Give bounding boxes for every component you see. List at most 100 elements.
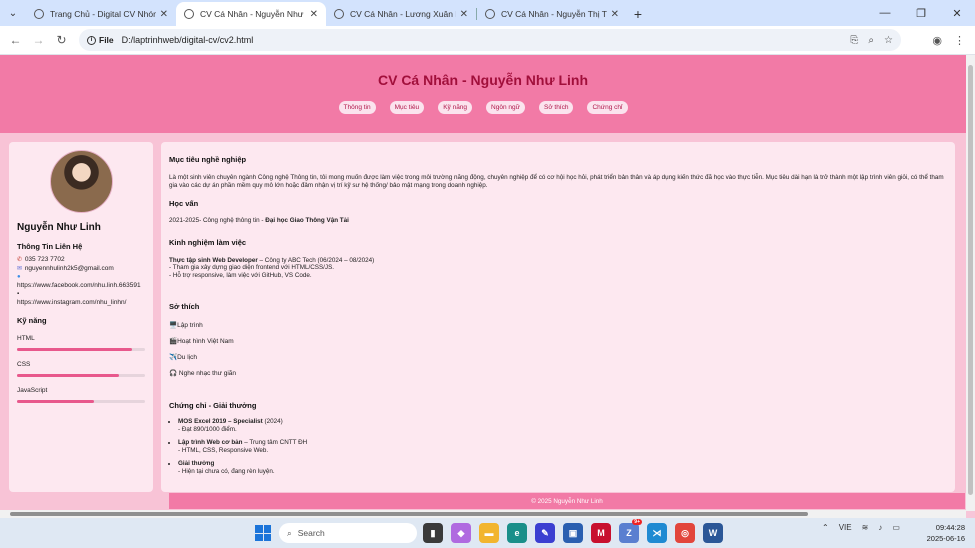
browser-tab-active[interactable]: CV Cá Nhân - Nguyễn Như Linh ✕ (176, 2, 326, 26)
notification-badge: 9+ (632, 519, 642, 525)
back-arrow-icon[interactable]: ← (4, 29, 27, 52)
wifi-icon[interactable]: ≋ (862, 523, 869, 532)
facebook-link[interactable]: https://www.facebook.com/nhu.linh.663591 (17, 282, 141, 289)
language-indicator[interactable]: VIE (839, 523, 852, 532)
cert-detail: - Đạt 890/1000 điểm. (178, 425, 237, 433)
skill-name: HTML (17, 335, 35, 342)
bookmark-star-icon[interactable]: ☆ (884, 35, 893, 46)
profile-icon[interactable]: ◉ (932, 34, 942, 47)
skill-item: HTML (17, 335, 145, 351)
edge-icon[interactable]: e (507, 523, 527, 543)
windows-start-icon[interactable] (255, 525, 271, 541)
browser-tab[interactable]: CV Cá Nhân - Lương Xuân Bá ✕ (326, 2, 476, 26)
skill-bar-fill (17, 400, 94, 403)
reload-icon[interactable]: ↻ (50, 29, 73, 52)
skill-bar (17, 348, 145, 351)
clock-time: 09:44:28 (935, 523, 965, 532)
certs-heading: Chứng chỉ - Giải thưởng (169, 401, 257, 410)
browser-tab[interactable]: Trang Chủ - Digital CV Nhóm 3 ✕ (26, 2, 176, 26)
page-header: CV Cá Nhân - Nguyễn Như Linh Thông tin M… (0, 55, 966, 133)
chevron-up-icon[interactable]: ⌃ (822, 523, 829, 532)
task-view-icon[interactable]: ▮ (423, 523, 443, 543)
translate-icon[interactable]: ⎘ (850, 35, 858, 46)
hobbies-heading: Sở thích (169, 302, 200, 311)
instagram-link[interactable]: https://www.instagram.com/nhu_linhn/ (17, 299, 126, 306)
globe-icon (184, 9, 194, 19)
tab-title: CV Cá Nhân - Lương Xuân Bá (350, 9, 456, 19)
experience-detail: - Hỗ trợ responsive, làm việc với GitHub… (169, 271, 312, 279)
tab-title: CV Cá Nhân - Nguyễn Thị Thảo (501, 9, 607, 19)
hobby-item: 🎬Hoạt hình Việt Nam (169, 338, 234, 345)
cert-title: Lập trình Web cơ bản (178, 439, 243, 446)
nav-link-ngon-ngu[interactable]: Ngôn ngữ (486, 101, 525, 114)
file-explorer-icon[interactable]: ▬ (479, 523, 499, 543)
close-icon[interactable]: ✕ (460, 9, 468, 20)
objective-text: Là một sinh viên chuyên ngành Công nghệ … (169, 174, 944, 189)
education-period: 2021-2025- Công nghệ thông tin - (169, 217, 266, 224)
phone-icon: ✆ (17, 257, 23, 263)
close-icon[interactable]: ✕ (310, 9, 318, 20)
profile-name: Nguyễn Như Linh (17, 222, 101, 233)
tab-search-chevron-icon[interactable]: ⌄ (0, 0, 26, 26)
battery-icon[interactable]: ▭ (892, 523, 900, 532)
chrome-icon[interactable]: ◎ (675, 523, 695, 543)
experience-detail: - Tham gia xây dựng giao diện frontend v… (169, 264, 335, 271)
search-icon: ⌕ (287, 527, 292, 538)
word-icon[interactable]: W (703, 523, 723, 543)
contact-heading: Thông Tin Liên Hệ (17, 242, 83, 251)
taskbar-search[interactable]: ⌕ Search (279, 523, 417, 543)
scrollbar-thumb[interactable] (968, 65, 973, 495)
experience-heading: Kinh nghiệm làm việc (169, 237, 247, 247)
cert-suffix: (2024) (262, 418, 283, 425)
globe-icon (334, 9, 344, 19)
clock[interactable]: 09:44:28 2025-06-16 (927, 522, 965, 544)
menu-kebab-icon[interactable]: ⋮ (954, 34, 965, 47)
skills-heading: Kỹ năng (17, 316, 47, 325)
mcafee-icon[interactable]: M (591, 523, 611, 543)
cert-item: Lập trình Web cơ bản – Trung tâm CNTT ĐH… (178, 439, 947, 454)
url-text[interactable]: D:/laptrinhweb/digital-cv/cv2.html (122, 35, 254, 45)
pen-app-icon[interactable]: ✎ (535, 523, 555, 543)
section-nav: Thông tin Mục tiêu Kỹ năng Ngôn ngữ Sở t… (0, 101, 966, 114)
cert-item: Giải thưởng- Hiện tại chưa có, đang rèn … (178, 460, 947, 475)
vscode-icon[interactable]: ⋊ (647, 523, 667, 543)
main-content: Mục tiêu nghề nghiệp Là một sinh viên ch… (161, 142, 955, 492)
zoom-icon[interactable]: ⌕ (868, 35, 874, 46)
vertical-scrollbar[interactable] (966, 55, 975, 511)
close-window-icon[interactable]: ✕ (939, 0, 975, 26)
skill-item: JavaScript (17, 387, 145, 403)
zalo-icon[interactable]: Z 9+ (619, 519, 642, 543)
nav-link-muc-tieu[interactable]: Mục tiêu (389, 101, 425, 114)
new-tab-plus-icon[interactable]: + (627, 2, 649, 26)
site-info-chip[interactable]: i File (87, 35, 122, 45)
site-info-label: File (99, 35, 114, 45)
close-icon[interactable]: ✕ (160, 9, 168, 20)
store-icon[interactable]: ▣ (563, 523, 583, 543)
forward-arrow-icon[interactable]: → (27, 29, 50, 52)
nav-link-so-thich[interactable]: Sở thích (538, 101, 574, 114)
skill-bar (17, 400, 145, 403)
email-address[interactable]: nguyennhulinh2k5@gmail.com (25, 265, 114, 272)
horizontal-scrollbar[interactable] (0, 510, 966, 518)
hobby-item: 🖥️Lập trình (169, 322, 203, 329)
nav-link-thong-tin[interactable]: Thông tin (338, 101, 376, 114)
close-icon[interactable]: ✕ (611, 9, 619, 20)
nav-link-ky-nang[interactable]: Kỹ năng (438, 101, 473, 114)
camera-icon: ▪ (17, 291, 20, 297)
education-school: Đại học Giao Thông Vận Tải (265, 217, 349, 224)
browser-tab[interactable]: CV Cá Nhân - Nguyễn Thị Thảo ✕ (477, 2, 627, 26)
restore-icon[interactable]: ❐ (903, 0, 939, 26)
education-line: 2021-2025- Công nghệ thông tin - Đại học… (169, 217, 947, 225)
taskbar-apps: ▮ ◆ ▬ e ✎ ▣ M Z 9+ ⋊ ◎ W (423, 519, 723, 543)
system-tray: ⌃ VIE ≋ ♪ ▭ (822, 523, 900, 532)
experience-role: Thực tập sinh Web Developer (169, 256, 258, 264)
address-bar[interactable]: i File D:/laptrinhweb/digital-cv/cv2.htm… (79, 29, 901, 51)
nav-link-chung-chi[interactable]: Chứng chỉ (587, 101, 628, 114)
profile-sidebar: Nguyễn Như Linh Thông Tin Liên Hệ ✆ 035 … (9, 142, 153, 492)
scrollbar-thumb[interactable] (10, 512, 808, 516)
copilot-icon[interactable]: ◆ (451, 523, 471, 543)
experience-company: – Công ty ABC Tech (06/2024 – 08/2024) (257, 256, 375, 264)
volume-icon[interactable]: ♪ (878, 523, 882, 532)
education-heading: Học vấn (169, 199, 199, 208)
minimize-icon[interactable]: — (867, 0, 903, 26)
